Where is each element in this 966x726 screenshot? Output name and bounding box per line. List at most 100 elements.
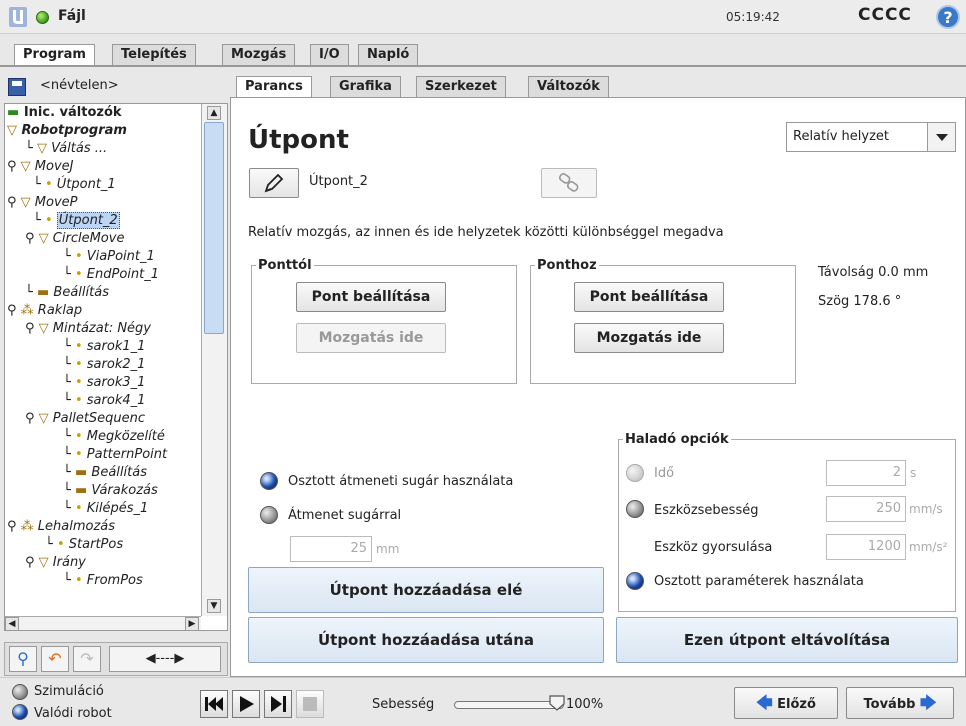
tab-structure[interactable]: Szerkezet (416, 76, 506, 98)
program-tree[interactable]: ▬ Inic. változók ▽ Robotprogram └ ▽ Vált… (4, 103, 228, 631)
previous-button[interactable]: 🡄 Előző (734, 687, 838, 719)
speed-label: Sebesség (372, 697, 435, 712)
tool-speed-label: Eszközsebesség (654, 503, 759, 518)
tree-node[interactable]: ⚲ ▽ MoveP (7, 194, 78, 212)
help-icon[interactable]: ? (936, 5, 960, 29)
tab-move[interactable]: Mozgás (222, 44, 296, 66)
skip-back-button[interactable] (200, 690, 228, 718)
chevron-down-icon[interactable] (927, 123, 955, 151)
tree-node[interactable]: └ • sarok1_1 (63, 338, 145, 356)
add-waypoint-after-button[interactable]: Útpont hozzáadása utána (248, 617, 604, 663)
to-point-legend: Ponthoz (537, 258, 597, 273)
tree-node[interactable]: └ • Kilépés_1 (63, 500, 148, 518)
tree-node[interactable]: ⚲ ⁂ Raklap (7, 302, 82, 320)
simulation-radio[interactable] (12, 684, 28, 700)
tree-node[interactable]: ⚲ ▽ Irány (25, 554, 86, 572)
scroll-down-icon[interactable]: ▼ (207, 599, 221, 613)
tool-accel-unit: mm/s² (909, 540, 948, 554)
tree-node[interactable]: ⚲ ▽ CircleMove (25, 230, 124, 248)
tab-program[interactable]: Program (14, 44, 95, 66)
tree-node[interactable]: ⚲ ▽ MoveJ (7, 158, 74, 176)
advanced-options-legend: Haladó opciók (625, 432, 729, 447)
tree-node[interactable]: └ • StartPos (45, 536, 123, 554)
robot-name: CCCC (858, 5, 912, 25)
from-set-point-button[interactable]: Pont beállítása (296, 282, 446, 312)
tree-node[interactable]: └ • PatternPoint (63, 446, 167, 464)
to-move-here-button[interactable]: Mozgatás ide (574, 323, 724, 353)
arrow-right-icon: 🡆 (919, 693, 937, 712)
next-button[interactable]: Tovább 🡆 (846, 687, 954, 719)
tree-toolbar: ⚲ ↶ ↷ ◀----▶ (4, 642, 228, 676)
scroll-up-icon[interactable]: ▲ (207, 106, 221, 120)
tree-scroll-thumb[interactable] (204, 122, 224, 334)
tool-speed-radio[interactable] (626, 500, 644, 518)
tree-horizontal-scrollbar[interactable]: ◀ ▶ (5, 616, 201, 630)
speed-slider-thumb[interactable] (548, 694, 566, 712)
tree-node[interactable]: └ • EndPoint_1 (63, 266, 159, 284)
scroll-left-icon[interactable]: ◀ (5, 617, 19, 630)
tree-node[interactable]: ▬ Inic. változók (7, 104, 122, 122)
tree-node[interactable]: └ ▬ Várakozás (63, 482, 158, 500)
time-radio[interactable] (626, 464, 644, 482)
shared-params-radio[interactable] (626, 572, 644, 590)
scroll-right-icon[interactable]: ▶ (185, 617, 199, 630)
expand-collapse-icon[interactable]: ◀----▶ (109, 646, 221, 672)
tab-installation[interactable]: Telepítés (112, 44, 196, 66)
tool-accel-field[interactable]: 1200 (826, 534, 906, 560)
step-button[interactable] (264, 690, 292, 718)
tab-graphics[interactable]: Grafika (330, 76, 401, 98)
clock: 05:19:42 (726, 10, 780, 24)
tree-node[interactable]: ⚲ ▽ PalletSequenc (25, 410, 145, 428)
remove-waypoint-button[interactable]: Ezen útpont eltávolítása (616, 617, 958, 663)
shared-blend-radio[interactable] (260, 472, 278, 490)
blend-radius-label: Átmenet sugárral (288, 508, 402, 523)
tree-node[interactable]: └ • sarok2_1 (63, 356, 145, 374)
tree-node[interactable]: └ • ViaPoint_1 (63, 248, 155, 266)
tool-speed-unit: mm/s (909, 502, 943, 516)
page-title: Útpont (248, 125, 349, 155)
tree-node[interactable]: ▽ Robotprogram (7, 122, 127, 140)
add-waypoint-before-button[interactable]: Útpont hozzáadása elé (248, 567, 604, 613)
tree-node[interactable]: ⚲ ⁂ Lehalmozás (7, 518, 115, 536)
blend-radius-unit: mm (376, 542, 400, 556)
tree-node[interactable]: └ • Útpont_1 (33, 176, 116, 194)
file-menu[interactable]: Fájl (58, 8, 86, 24)
previous-label: Előző (777, 697, 816, 712)
tool-speed-field[interactable]: 250 (826, 496, 906, 522)
play-button[interactable] (232, 690, 260, 718)
tree-node[interactable]: └ • Megközelíté (63, 428, 165, 446)
tab-variables[interactable]: Változók (528, 76, 609, 98)
blend-radius-field[interactable]: 25 (290, 536, 372, 562)
tree-node[interactable]: └ ▽ Váltás ... (25, 140, 107, 158)
tree-node[interactable]: └ • FromPos (63, 572, 143, 590)
from-move-here-button[interactable]: Mozgatás ide (296, 323, 446, 353)
tree-node[interactable]: └ ▬ Beállítás (63, 464, 147, 482)
from-point-group: Ponttól (251, 258, 517, 384)
blend-radius-radio[interactable] (260, 506, 278, 524)
edit-name-button[interactable] (249, 168, 299, 198)
tree-node[interactable]: ⚲ ▽ Mintázat: Négy (25, 320, 151, 338)
to-set-point-button[interactable]: Pont beállítása (574, 282, 724, 312)
redo-icon[interactable]: ↷ (73, 646, 101, 672)
time-unit: s (910, 466, 917, 480)
save-icon[interactable] (8, 78, 26, 96)
program-name: <névtelen> (40, 78, 119, 93)
link-waypoint-button[interactable] (541, 168, 597, 198)
search-icon[interactable]: ⚲ (9, 646, 37, 672)
tab-log[interactable]: Napló (358, 44, 419, 66)
speed-value: 100% (566, 697, 604, 712)
stop-button[interactable] (296, 690, 324, 718)
position-mode-select[interactable]: Relatív helyzet (786, 122, 956, 152)
angle-readout: Szög 178.6 ° (818, 294, 902, 309)
time-field[interactable]: 2 (826, 460, 906, 486)
pencil-icon (264, 173, 284, 193)
tree-node[interactable]: └ • sarok4_1 (63, 392, 145, 410)
tree-node-selected[interactable]: └ • Útpont_2 (33, 212, 120, 230)
tree-node[interactable]: └ • sarok3_1 (63, 374, 145, 392)
tree-node[interactable]: └ ▬ Beállítás (25, 284, 109, 302)
description-text: Relatív mozgás, az innen és ide helyzete… (248, 225, 724, 240)
tab-io[interactable]: I/O (310, 44, 349, 66)
real-robot-radio[interactable] (12, 704, 28, 720)
undo-icon[interactable]: ↶ (41, 646, 69, 672)
tab-command[interactable]: Parancs (236, 76, 312, 98)
